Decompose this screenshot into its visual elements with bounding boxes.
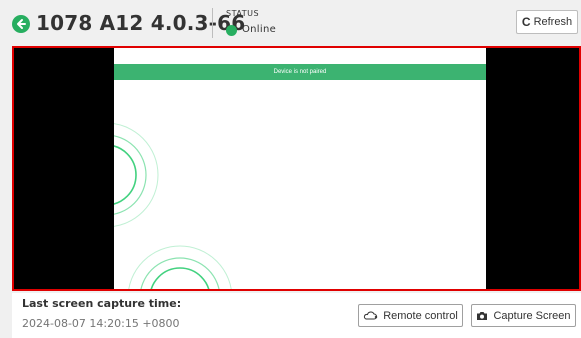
refresh-icon: C — [521, 15, 531, 29]
capture-screen-button[interactable]: Capture Screen — [471, 304, 576, 327]
refresh-button[interactable]: C Refresh — [516, 10, 578, 34]
header-divider — [212, 8, 213, 38]
pairing-status-banner: Device is not paired — [114, 64, 486, 80]
device-title: 1078 A12 4.0.3-66 — [36, 11, 246, 35]
remote-control-label: Remote control — [383, 309, 458, 322]
capture-screen-label: Capture Screen — [493, 309, 571, 322]
arrow-left-circle-icon — [17, 19, 26, 29]
capture-footer: Last screen capture time: 2024-08-07 14:… — [12, 293, 581, 338]
status-label: STATUS — [226, 9, 260, 18]
status-value: Online — [242, 24, 277, 35]
device-screen-content[interactable]: Device is not paired — [114, 48, 486, 289]
device-screen-panel: 1078 A12 4.0.3-66 STATUS Online C Refres… — [0, 0, 581, 338]
back-button[interactable] — [12, 15, 30, 33]
device-header: 1078 A12 4.0.3-66 STATUS Online C Refres… — [0, 0, 581, 44]
remote-control-button[interactable]: Remote control — [358, 304, 463, 327]
remote-cloud-icon — [363, 311, 378, 320]
refresh-label: Refresh — [533, 16, 573, 28]
capture-time-value: 2024-08-07 14:20:15 +0800 — [22, 317, 180, 330]
capture-time-label: Last screen capture time: — [22, 297, 182, 310]
camera-icon — [476, 311, 488, 321]
ripple-decoration — [114, 123, 232, 289]
status-online-indicator — [226, 25, 237, 36]
device-screen-viewport[interactable]: Device is not paired — [12, 46, 581, 291]
